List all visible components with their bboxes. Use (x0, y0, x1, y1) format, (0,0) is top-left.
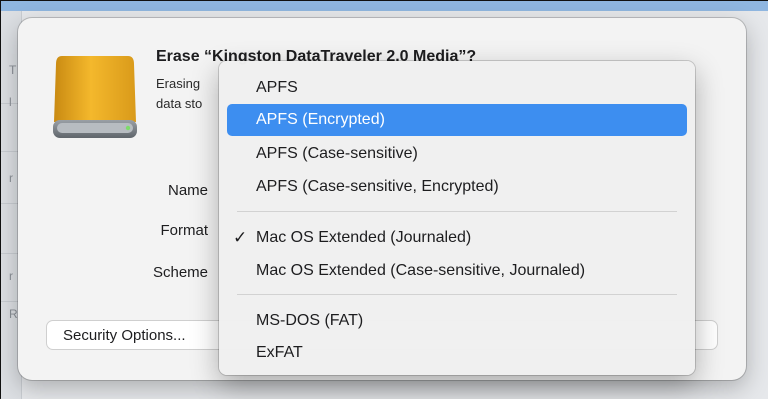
menu-item-label: APFS (Case-sensitive, Encrypted) (256, 178, 499, 195)
menu-item-apfs-case-sensitive[interactable]: APFS (Case-sensitive) (227, 138, 687, 170)
format-label: Format (160, 222, 208, 239)
checkmark-icon: ✓ (233, 228, 248, 247)
description-line: Erasing (156, 76, 201, 91)
menu-separator (237, 294, 677, 295)
sidebar-partial-text: r (9, 171, 13, 185)
external-drive-icon (53, 56, 137, 138)
dialog-description: Erasing data sto (156, 74, 202, 114)
menu-item-label: MS-DOS (FAT) (256, 312, 364, 329)
menu-item-ms-dos-fat[interactable]: MS-DOS (FAT) (227, 305, 687, 337)
menu-item-label: APFS (Encrypted) (256, 111, 385, 128)
menu-item-apfs[interactable]: APFS (227, 72, 687, 104)
menu-item-label: Mac OS Extended (Case-sensitive, Journal… (256, 262, 586, 279)
sidebar-partial-text: l (9, 95, 12, 109)
menu-item-exfat[interactable]: ExFAT (227, 337, 687, 369)
menu-item-apfs-encrypted[interactable]: APFS (Encrypted) (227, 104, 687, 136)
scheme-label: Scheme (152, 264, 208, 281)
menu-item-label: APFS (Case-sensitive) (256, 145, 418, 162)
menu-item-mac-os-extended-journaled[interactable]: ✓ Mac OS Extended (Journaled) (227, 222, 687, 254)
menu-item-label: APFS (256, 79, 298, 96)
menu-item-mac-os-extended-case-sensitive-journaled[interactable]: Mac OS Extended (Case-sensitive, Journal… (227, 255, 687, 287)
menu-item-label: ExFAT (256, 344, 303, 361)
description-line: data sto (156, 96, 203, 111)
sidebar-partial-text: R (9, 307, 18, 321)
format-dropdown-menu: APFS APFS (Encrypted) APFS (Case-sensiti… (219, 61, 695, 375)
menu-separator (237, 211, 677, 212)
name-label: Name (167, 182, 208, 199)
sidebar-partial-text: r (9, 269, 13, 283)
security-options-label: Security Options... (63, 327, 186, 344)
menu-item-apfs-case-sensitive-encrypted[interactable]: APFS (Case-sensitive, Encrypted) (227, 171, 687, 203)
sidebar-partial-text: T (9, 63, 17, 77)
menu-item-label: Mac OS Extended (Journaled) (256, 229, 472, 246)
background-window-titlebar (1, 1, 768, 11)
